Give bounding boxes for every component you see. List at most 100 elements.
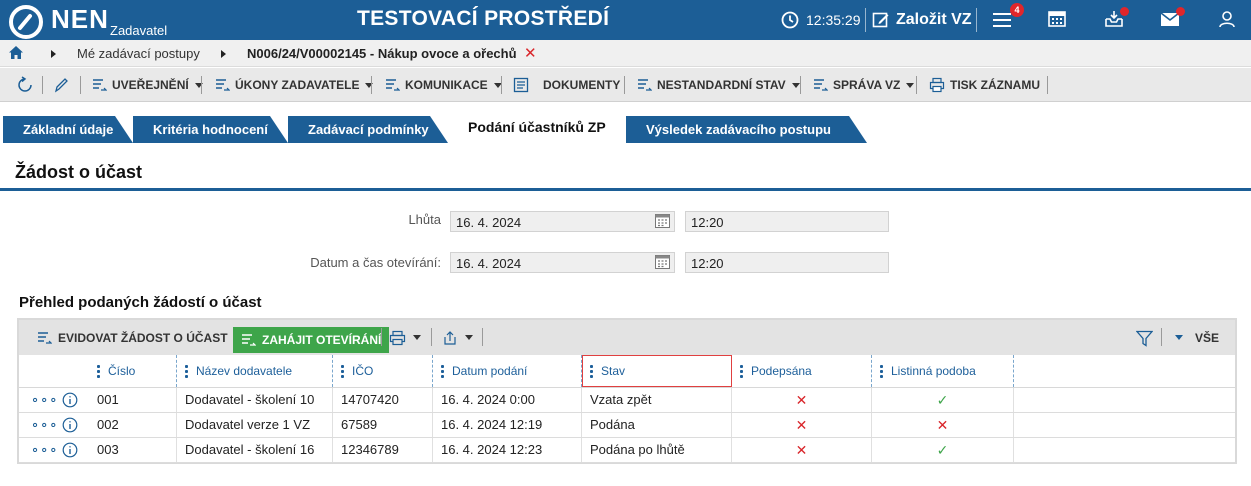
tab-podani-ucastniku[interactable]: Podání účastníků ZP: [448, 112, 626, 143]
header-ico[interactable]: IČO: [333, 355, 433, 387]
inbox-notification-dot: [1120, 7, 1129, 16]
menu-nestandardni-stav[interactable]: NESTANDARDNÍ STAV: [637, 68, 800, 102]
filter-dropdown[interactable]: VŠE: [1175, 320, 1219, 355]
otevirani-date-field[interactable]: 16. 4. 2024: [450, 252, 675, 273]
column-menu-icon[interactable]: [185, 364, 188, 378]
zahajit-otevirani-button[interactable]: ZAHÁJIT OTEVÍRÁNÍ: [233, 327, 390, 353]
calendar-icon[interactable]: [655, 254, 670, 269]
cross-icon: ✕: [732, 413, 872, 437]
chevron-down-icon: [1175, 335, 1183, 340]
header-label: Datum podání: [452, 364, 528, 378]
menu-dokumenty-label: DOKUMENTY: [543, 78, 621, 92]
header-listinna-podoba[interactable]: Listinná podoba: [872, 355, 1014, 387]
print-menu-button[interactable]: [389, 320, 421, 355]
info-icon[interactable]: [62, 417, 78, 433]
header-actions: [19, 355, 89, 387]
list-icon: [386, 79, 400, 91]
info-icon[interactable]: [62, 442, 78, 458]
cell-stav: Vzata zpět: [582, 388, 732, 412]
cell-nazev: Dodavatel - školení 16: [177, 438, 333, 462]
evidovat-zadost-button[interactable]: EVIDOVAT ŽÁDOST O ÚČAST: [37, 320, 228, 355]
divider: [1047, 76, 1048, 94]
row-menu-icon[interactable]: ∘∘∘: [25, 438, 57, 462]
logo-subtitle: Zadavatel: [110, 23, 168, 38]
print-icon: [929, 77, 945, 93]
tab-vysledek[interactable]: Výsledek zadávacího postupu: [626, 116, 867, 143]
divider: [1161, 328, 1162, 346]
menu-uverejneni[interactable]: UVEŘEJNĚNÍ: [92, 68, 203, 102]
tab-kriteria-hodnoceni[interactable]: Kritéria hodnocení: [133, 116, 288, 143]
close-icon[interactable]: ✕: [524, 44, 537, 62]
filter-label: VŠE: [1195, 330, 1220, 345]
header-stav[interactable]: Stav: [582, 355, 732, 387]
menu-ukony-zadavatele[interactable]: ÚKONY ZADAVATELE: [215, 68, 374, 102]
zahajit-label: ZAHÁJIT OTEVÍRÁNÍ: [262, 333, 382, 347]
calendar-icon[interactable]: [1048, 10, 1066, 28]
chevron-down-icon: [413, 335, 421, 340]
top-bar: NEN Zadavatel TESTOVACÍ PROSTŘEDÍ 12:35:…: [0, 0, 1251, 40]
list-icon: [814, 79, 828, 91]
column-menu-icon[interactable]: [341, 364, 344, 378]
menu-dokumenty[interactable]: DOKUMENTY: [513, 68, 620, 102]
lhuta-time-field[interactable]: 12:20: [685, 211, 889, 232]
cell-ico: 67589: [333, 413, 433, 437]
menu-tisk-zaznamu[interactable]: TISK ZÁZNAMU: [929, 68, 1040, 102]
column-menu-icon[interactable]: [97, 364, 100, 378]
divider: [381, 328, 382, 346]
refresh-button[interactable]: [16, 68, 34, 102]
header-cislo[interactable]: Číslo: [89, 355, 177, 387]
edit-button[interactable]: [54, 68, 68, 102]
home-icon[interactable]: [9, 46, 23, 59]
requests-grid: EVIDOVAT ŽÁDOST O ÚČAST ZAHÁJIT OTEVÍRÁN…: [17, 318, 1237, 464]
info-icon[interactable]: [62, 392, 78, 408]
cell-stav: Podána po lhůtě: [582, 438, 732, 462]
table-row[interactable]: ∘∘∘ 001 Dodavatel - školení 10 14707420 …: [19, 388, 1235, 413]
chevron-down-icon: [365, 82, 374, 88]
breadcrumb-item-my-procedures[interactable]: Mé zadávací postupy: [77, 46, 200, 61]
header-podepsana[interactable]: Podepsána: [732, 355, 872, 387]
column-menu-icon[interactable]: [880, 364, 883, 378]
cell-datum: 16. 4. 2024 0:00: [433, 388, 582, 412]
table-row[interactable]: ∘∘∘ 003 Dodavatel - školení 16 12346789 …: [19, 438, 1235, 463]
table-row[interactable]: ∘∘∘ 002 Dodavatel verze 1 VZ 67589 16. 4…: [19, 413, 1235, 438]
create-vz-button[interactable]: Založit VZ: [872, 8, 972, 32]
calendar-icon[interactable]: [655, 213, 670, 228]
checkmark-icon: ✓: [872, 388, 1014, 412]
menu-ukony-label: ÚKONY ZADAVATELE: [235, 78, 360, 92]
header-label: Stav: [601, 364, 626, 378]
column-menu-icon[interactable]: [740, 364, 743, 378]
menu-komunikace[interactable]: KOMUNIKACE: [385, 68, 502, 102]
divider: [371, 76, 372, 94]
menu-sprava-vz[interactable]: SPRÁVA VZ: [813, 68, 915, 102]
menu-icon[interactable]: [993, 12, 1013, 28]
header-label: Podepsána: [751, 364, 812, 378]
lhuta-date-field[interactable]: 16. 4. 2024: [450, 211, 675, 232]
column-menu-icon[interactable]: [441, 364, 444, 378]
section-divider: [0, 188, 1251, 191]
filter-icon[interactable]: [1136, 330, 1153, 347]
cell-ico: 12346789: [333, 438, 433, 462]
header-label: Název dodavatele: [196, 364, 293, 378]
document-icon: [513, 77, 529, 93]
column-menu-icon[interactable]: [590, 364, 593, 378]
user-icon[interactable]: [1218, 10, 1236, 28]
grid-title: Přehled podaných žádostí o účast: [19, 294, 262, 311]
cross-icon: ✕: [872, 413, 1014, 437]
cell-nazev: Dodavatel - školení 10: [177, 388, 333, 412]
tab-zakladni-udaje[interactable]: Základní údaje: [3, 116, 133, 143]
row-menu-icon[interactable]: ∘∘∘: [25, 388, 57, 412]
menu-nestandardni-label: NESTANDARDNÍ STAV: [657, 78, 786, 92]
export-menu-button[interactable]: [442, 320, 473, 355]
print-icon: [389, 330, 406, 345]
cell-stav: Podána: [582, 413, 732, 437]
breadcrumb-arrow-icon: [51, 50, 56, 58]
header-nazev[interactable]: Název dodavatele: [177, 355, 333, 387]
chevron-down-icon: [791, 82, 800, 88]
header-datum-podani[interactable]: Datum podání: [433, 355, 582, 387]
chevron-down-icon: [465, 335, 473, 340]
tab-zadavaci-podminky[interactable]: Zadávací podmínky: [288, 116, 448, 143]
divider: [201, 76, 202, 94]
divider: [431, 328, 432, 346]
otevirani-time-field[interactable]: 12:20: [685, 252, 889, 273]
row-menu-icon[interactable]: ∘∘∘: [25, 413, 57, 437]
